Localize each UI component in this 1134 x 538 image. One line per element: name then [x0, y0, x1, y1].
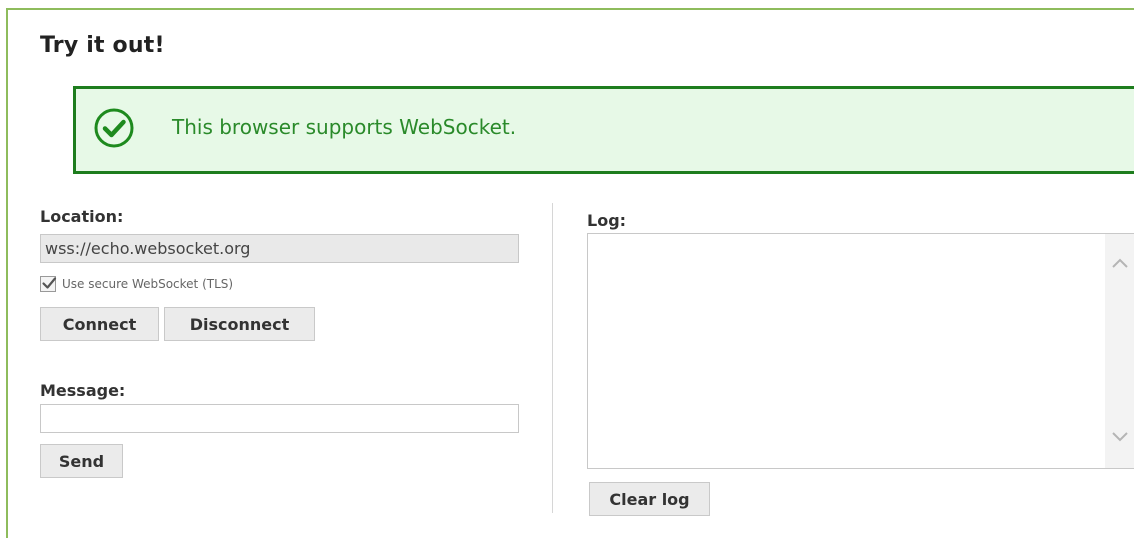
location-label: Location:	[40, 207, 124, 226]
message-label: Message:	[40, 381, 126, 400]
tls-checkbox-row[interactable]: Use secure WebSocket (TLS)	[40, 275, 233, 293]
clear-log-button[interactable]: Clear log	[589, 482, 710, 516]
column-divider	[552, 203, 553, 513]
send-button[interactable]: Send	[40, 444, 123, 478]
check-circle-icon	[94, 108, 134, 148]
checkmark-icon	[42, 277, 57, 289]
scroll-down-icon[interactable]	[1111, 431, 1129, 443]
disconnect-button[interactable]: Disconnect	[164, 307, 315, 341]
connect-button[interactable]: Connect	[40, 307, 159, 341]
log-textarea[interactable]	[587, 233, 1134, 469]
log-label: Log:	[587, 211, 627, 230]
notice-text: This browser supports WebSocket.	[172, 115, 517, 139]
section-title: Try it out!	[40, 33, 165, 58]
message-input[interactable]	[40, 404, 519, 433]
tls-checkbox[interactable]	[40, 276, 57, 292]
scroll-up-icon[interactable]	[1111, 257, 1129, 269]
tls-checkbox-label: Use secure WebSocket (TLS)	[62, 277, 234, 291]
location-input[interactable]	[40, 234, 519, 263]
